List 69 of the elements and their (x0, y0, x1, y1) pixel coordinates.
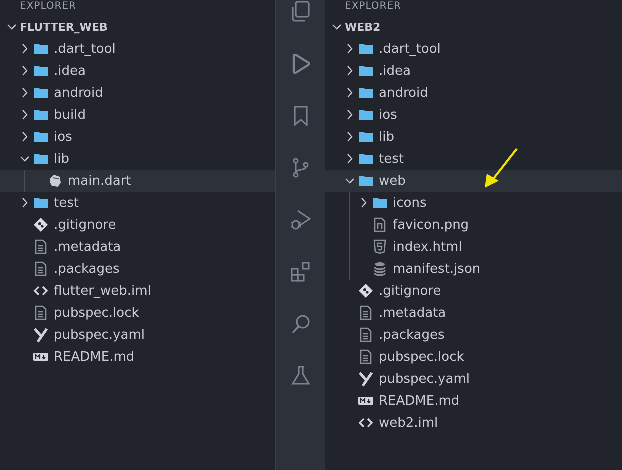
file-item[interactable]: flutter_web.iml (0, 280, 275, 302)
yaml-icon (358, 371, 374, 387)
file-item[interactable]: .gitignore (0, 214, 275, 236)
image-file-icon (372, 217, 388, 233)
git-file-icon (33, 217, 49, 233)
folder-icon (33, 63, 49, 79)
database-icon (372, 261, 388, 277)
document-icon (33, 239, 49, 255)
folder-item[interactable]: ios (325, 104, 622, 126)
project-root-item[interactable]: WEB2 (325, 16, 622, 38)
folder-item[interactable]: .dart_tool (325, 38, 622, 60)
file-item[interactable]: .packages (325, 324, 622, 346)
explorer-title: EXPLORER (19, 0, 78, 14)
folder-item[interactable]: .idea (0, 60, 275, 82)
extensions-icon[interactable] (288, 260, 312, 284)
folder-item[interactable]: ios (0, 126, 275, 148)
file-item[interactable]: manifest.json (325, 258, 622, 280)
folder-item[interactable]: icons (325, 192, 622, 214)
file-item[interactable]: pubspec.yaml (0, 324, 275, 346)
folder-icon (33, 107, 49, 123)
folder-icon (358, 107, 374, 123)
git-file-icon (358, 283, 374, 299)
folder-icon (33, 85, 49, 101)
file-item[interactable]: pubspec.lock (325, 346, 622, 368)
folder-icon (33, 129, 49, 145)
folder-item[interactable]: android (0, 82, 275, 104)
file-item[interactable]: favicon.png (325, 214, 622, 236)
folder-item[interactable]: build (0, 104, 275, 126)
document-icon (358, 305, 374, 321)
folder-item[interactable]: web (325, 170, 622, 192)
file-item[interactable]: README.md (325, 390, 622, 412)
folder-icon (358, 41, 374, 57)
dart-file-icon (47, 173, 63, 189)
folder-icon (372, 195, 388, 211)
folder-icon (33, 41, 49, 57)
folder-icon (33, 151, 49, 167)
folder-item[interactable]: .dart_tool (0, 38, 275, 60)
folder-icon (358, 129, 374, 145)
file-item[interactable]: .metadata (325, 302, 622, 324)
file-item[interactable]: README.md (0, 346, 275, 368)
document-icon (33, 261, 49, 277)
file-item[interactable]: index.html (325, 236, 622, 258)
file-item[interactable]: .gitignore (325, 280, 622, 302)
yaml-icon (33, 327, 49, 343)
folder-item[interactable]: .idea (325, 60, 622, 82)
folder-icon (358, 151, 374, 167)
debug-icon[interactable] (288, 208, 312, 232)
folder-icon (358, 85, 374, 101)
folder-item[interactable]: test (325, 148, 622, 170)
file-item[interactable]: .packages (0, 258, 275, 280)
folder-item[interactable]: lib (0, 148, 275, 170)
folder-icon (358, 63, 374, 79)
flask-icon[interactable] (288, 364, 312, 388)
project-root-item[interactable]: FLUTTER_WEB (0, 16, 275, 38)
folder-item[interactable]: lib (325, 126, 622, 148)
file-item[interactable]: web2.iml (325, 412, 622, 434)
document-icon (358, 327, 374, 343)
file-item[interactable]: pubspec.yaml (325, 368, 622, 390)
file-item[interactable]: pubspec.lock (0, 302, 275, 324)
html5-icon (372, 239, 388, 255)
file-item[interactable]: main.dart (0, 170, 275, 192)
folder-icon (33, 195, 49, 211)
folder-icon (358, 173, 374, 189)
folder-item[interactable]: android (325, 82, 622, 104)
document-icon (358, 349, 374, 365)
file-item[interactable]: .metadata (0, 236, 275, 258)
document-icon (33, 305, 49, 321)
explorer-title: EXPLORER (344, 0, 402, 14)
folder-item[interactable]: test (0, 192, 275, 214)
